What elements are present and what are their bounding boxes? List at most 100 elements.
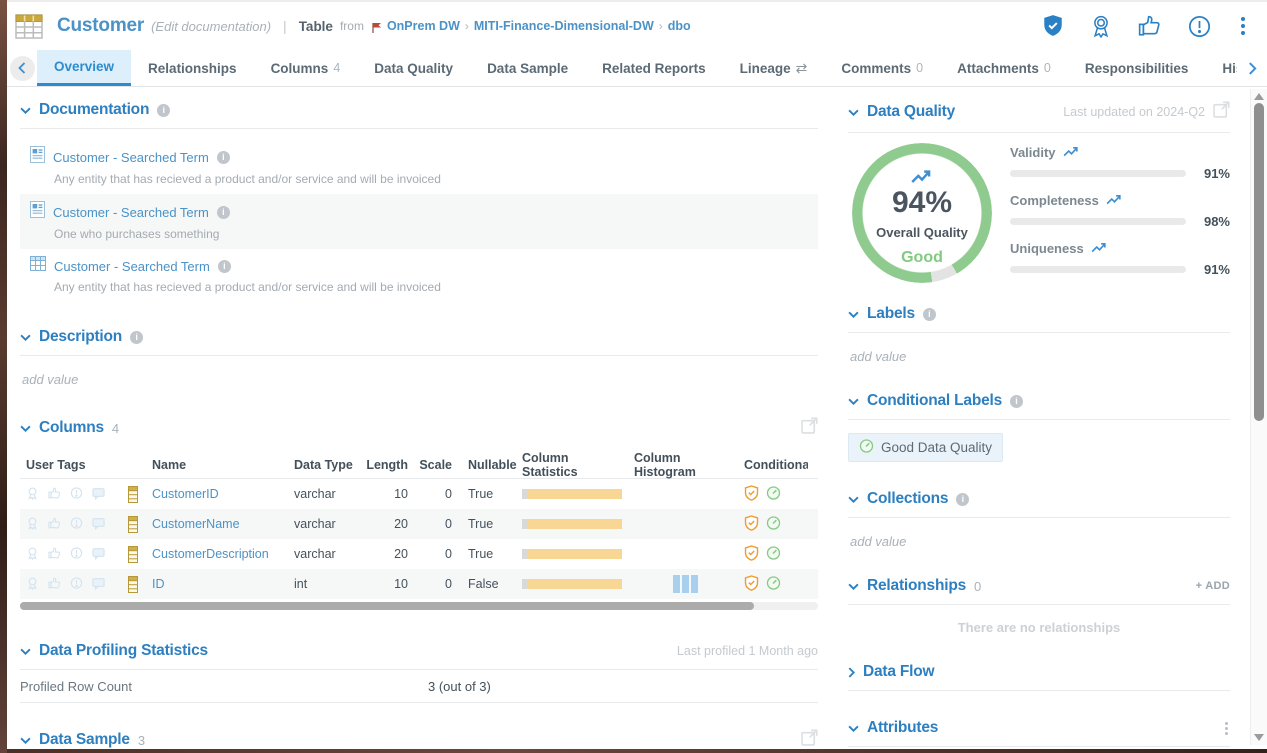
alert-circle-icon[interactable] <box>70 516 83 533</box>
thumbs-up-icon[interactable] <box>1138 14 1162 38</box>
documentation-item-title[interactable]: Customer - Searched Term <box>54 259 210 274</box>
add-relationship-button[interactable]: + ADD <box>1196 580 1230 592</box>
chevron-down-icon[interactable] <box>848 398 859 405</box>
column-histogram[interactable] <box>626 575 744 593</box>
info-icon[interactable]: i <box>217 151 230 164</box>
alert-circle-icon[interactable] <box>1188 15 1211 38</box>
tab-lineage[interactable]: Lineage⇄ <box>723 50 825 86</box>
thumbs-up-icon[interactable] <box>48 546 61 563</box>
orange-shield-check-icon[interactable] <box>744 515 759 534</box>
attributes-menu-icon[interactable] <box>1223 720 1230 737</box>
trend-up-icon[interactable] <box>1063 145 1080 160</box>
award-icon[interactable] <box>26 486 39 503</box>
thumbs-up-icon[interactable] <box>48 516 61 533</box>
info-icon[interactable]: i <box>130 331 143 344</box>
chevron-down-icon[interactable] <box>848 496 859 503</box>
column-statistics-bar[interactable] <box>514 519 626 529</box>
more-menu-icon[interactable] <box>1237 15 1249 37</box>
alert-circle-icon[interactable] <box>70 486 83 503</box>
tabs-scroll-left[interactable] <box>7 50 37 86</box>
documentation-item[interactable]: Customer - Searched Term i Any entity th… <box>20 139 818 194</box>
info-icon[interactable]: i <box>1010 395 1023 408</box>
award-icon[interactable] <box>26 516 39 533</box>
green-gauge-icon[interactable] <box>766 515 781 534</box>
horizontal-scrollbar[interactable] <box>20 602 818 610</box>
column-row[interactable]: CustomerDescription varchar 20 0 True <box>20 539 818 569</box>
documentation-item[interactable]: Customer - Searched Term i Any entity th… <box>20 249 818 302</box>
green-gauge-icon[interactable] <box>766 575 781 594</box>
documentation-item[interactable]: Customer - Searched Term i One who purch… <box>20 194 818 249</box>
chevron-right-icon[interactable] <box>848 667 855 678</box>
tab-comments[interactable]: Comments0 <box>824 50 940 86</box>
expand-icon[interactable] <box>801 729 818 749</box>
thumbs-up-icon[interactable] <box>48 486 61 503</box>
orange-shield-check-icon[interactable] <box>744 545 759 564</box>
award-icon[interactable] <box>26 576 39 593</box>
scroll-down-arrow[interactable] <box>1254 734 1264 741</box>
green-gauge-icon[interactable] <box>766 485 781 504</box>
column-row[interactable]: CustomerID varchar 10 0 True <box>20 479 818 509</box>
shield-check-icon[interactable] <box>1042 14 1064 38</box>
tab-related-reports[interactable]: Related Reports <box>585 50 723 86</box>
green-gauge-icon[interactable] <box>766 545 781 564</box>
tab-data-sample[interactable]: Data Sample <box>470 50 585 86</box>
chevron-down-icon[interactable] <box>20 648 31 655</box>
vertical-scrollbar-thumb[interactable] <box>1254 103 1264 421</box>
alert-circle-icon[interactable] <box>70 576 83 593</box>
chevron-down-icon[interactable] <box>20 737 31 744</box>
documentation-item-title[interactable]: Customer - Searched Term <box>53 150 209 165</box>
column-statistics-bar[interactable] <box>514 549 626 559</box>
orange-shield-check-icon[interactable] <box>744 485 759 504</box>
expand-icon[interactable] <box>1213 101 1230 123</box>
column-statistics-bar[interactable] <box>514 579 626 589</box>
trend-up-icon[interactable] <box>1106 193 1123 208</box>
column-row[interactable]: ID int 10 0 False <box>20 569 818 599</box>
tab-attachments[interactable]: Attachments0 <box>940 50 1068 86</box>
info-icon[interactable]: i <box>217 206 230 219</box>
award-ribbon-icon[interactable] <box>1090 14 1112 38</box>
column-row[interactable]: CustomerName varchar 20 0 True <box>20 509 818 539</box>
labels-placeholder[interactable]: add value <box>850 349 1230 364</box>
tab-overview[interactable]: Overview <box>37 50 131 86</box>
comment-icon[interactable] <box>92 516 105 533</box>
comment-icon[interactable] <box>92 576 105 593</box>
column-name-link[interactable]: CustomerID <box>152 487 294 501</box>
comment-icon[interactable] <box>92 546 105 563</box>
chevron-down-icon[interactable] <box>848 725 859 732</box>
documentation-item-title[interactable]: Customer - Searched Term <box>53 205 209 220</box>
vertical-scrollbar[interactable] <box>1250 89 1267 745</box>
description-placeholder[interactable]: add value <box>22 372 818 387</box>
alert-circle-icon[interactable] <box>70 546 83 563</box>
tab-relationships[interactable]: Relationships <box>131 50 254 86</box>
info-icon[interactable]: i <box>157 104 170 117</box>
tab-columns[interactable]: Columns4 <box>254 50 358 86</box>
info-icon[interactable]: i <box>956 493 969 506</box>
tab-history[interactable]: History <box>1205 50 1237 86</box>
column-name-link[interactable]: ID <box>152 577 294 591</box>
info-icon[interactable]: i <box>923 308 936 321</box>
tab-data-quality[interactable]: Data Quality <box>357 50 470 86</box>
chevron-down-icon[interactable] <box>20 107 31 114</box>
tabs-scroll-right[interactable] <box>1237 50 1267 86</box>
info-icon[interactable]: i <box>218 260 231 273</box>
column-statistics-bar[interactable] <box>514 489 626 499</box>
chevron-down-icon[interactable] <box>848 583 859 590</box>
chevron-down-icon[interactable] <box>848 311 859 318</box>
horizontal-scrollbar-thumb[interactable] <box>20 602 754 610</box>
column-name-link[interactable]: CustomerDescription <box>152 547 294 561</box>
chevron-down-icon[interactable] <box>848 109 859 116</box>
edit-documentation-link[interactable]: (Edit documentation) <box>151 19 271 34</box>
collections-placeholder[interactable]: add value <box>850 534 1230 549</box>
orange-shield-check-icon[interactable] <box>744 575 759 594</box>
chevron-down-icon[interactable] <box>20 334 31 341</box>
trend-up-icon[interactable] <box>1091 241 1108 256</box>
thumbs-up-icon[interactable] <box>48 576 61 593</box>
tab-responsibilities[interactable]: Responsibilities <box>1068 50 1206 86</box>
conditional-label-chip[interactable]: Good Data Quality <box>848 433 1003 462</box>
column-name-link[interactable]: CustomerName <box>152 517 294 531</box>
scroll-up-arrow[interactable] <box>1254 93 1264 100</box>
chevron-down-icon[interactable] <box>20 425 31 432</box>
breadcrumb-source[interactable]: OnPrem DW <box>387 19 460 33</box>
breadcrumb-database[interactable]: MITI-Finance-Dimensional-DW <box>474 19 654 33</box>
award-icon[interactable] <box>26 546 39 563</box>
